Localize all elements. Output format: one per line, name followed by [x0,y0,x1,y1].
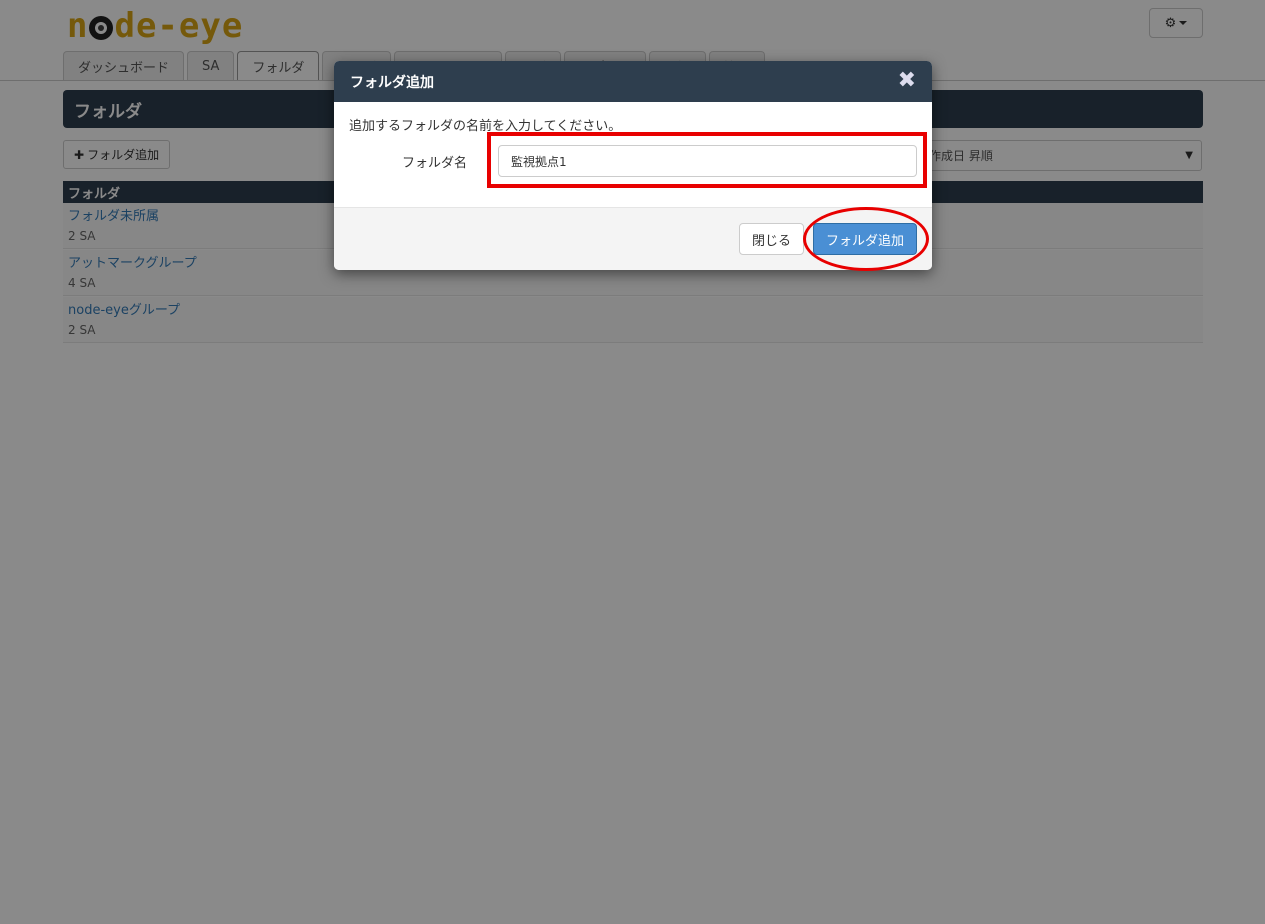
highlight-rectangle [487,132,927,188]
dialog-header: フォルダ追加 ✖ [334,61,932,102]
close-button[interactable]: 閉じる [739,223,805,255]
folder-name-label: フォルダ名 [402,156,468,171]
close-icon[interactable]: ✖ [898,70,916,92]
dialog-title: フォルダ追加 [350,74,434,91]
highlight-ellipse [803,207,929,271]
